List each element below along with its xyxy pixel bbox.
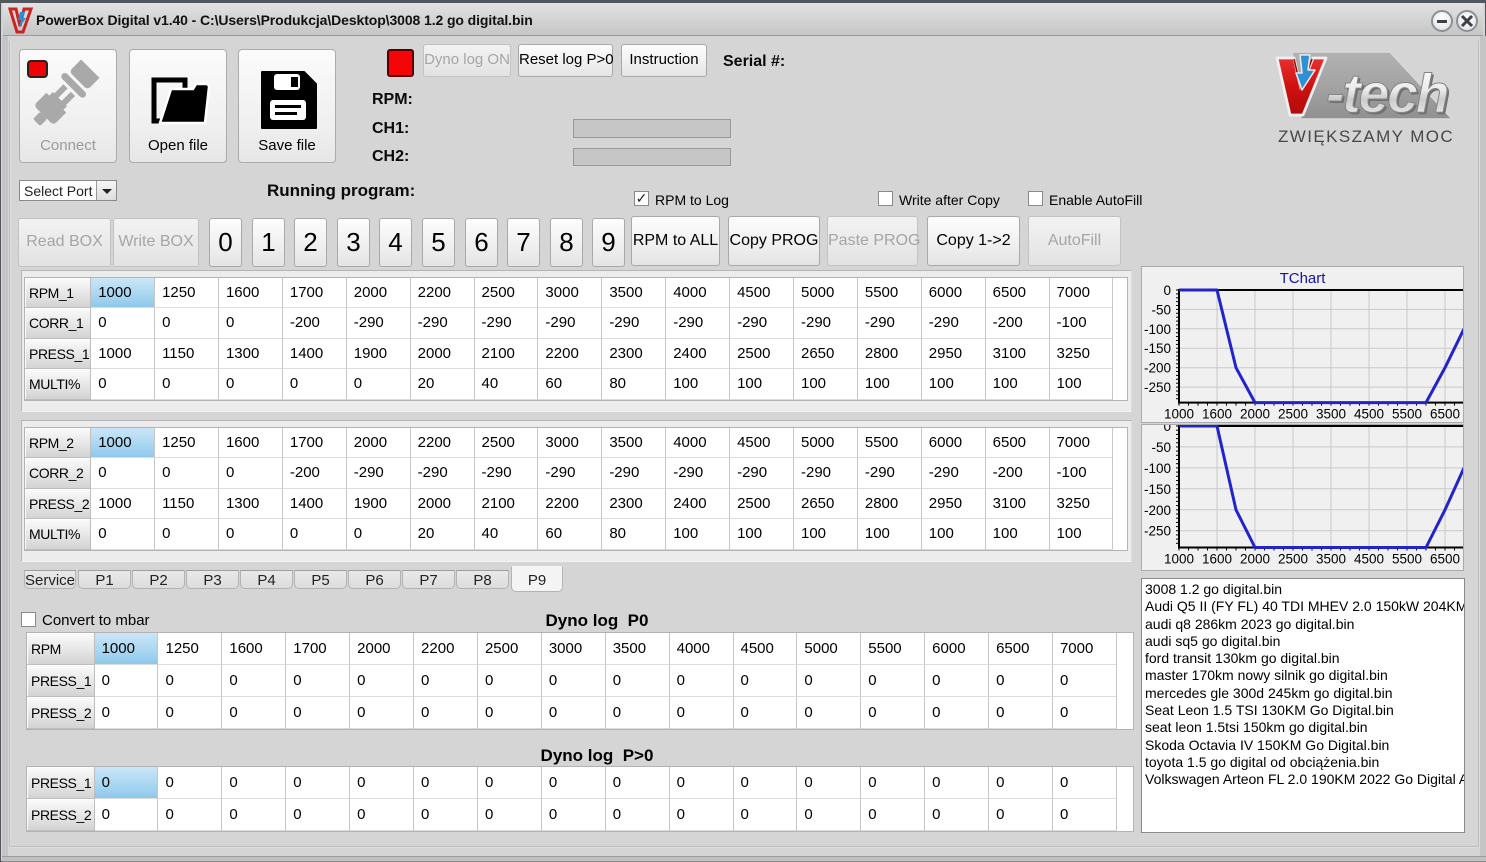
- svg-text:5500: 5500: [1392, 407, 1422, 422]
- svg-text:-tech: -tech: [1326, 62, 1448, 124]
- svg-text:ZWIĘKSZAMY MOC: ZWIĘKSZAMY MOC: [1278, 127, 1454, 146]
- svg-text:5500: 5500: [1392, 552, 1422, 567]
- svg-text:-200: -200: [1144, 503, 1171, 518]
- svg-text:2000: 2000: [1240, 552, 1270, 567]
- svg-text:-100: -100: [1144, 461, 1171, 476]
- svg-text:-50: -50: [1151, 302, 1171, 317]
- svg-text:-200: -200: [1144, 361, 1171, 376]
- svg-text:TChart: TChart: [1280, 270, 1327, 287]
- svg-text:4500: 4500: [1354, 407, 1384, 422]
- svg-text:6500: 6500: [1430, 407, 1460, 422]
- svg-text:1600: 1600: [1202, 407, 1232, 422]
- svg-text:1000: 1000: [1164, 407, 1194, 422]
- svg-text:-100: -100: [1144, 322, 1171, 337]
- svg-text:3500: 3500: [1316, 552, 1346, 567]
- svg-text:4500: 4500: [1354, 552, 1384, 567]
- svg-text:-150: -150: [1144, 341, 1171, 356]
- svg-text:2000: 2000: [1240, 407, 1270, 422]
- svg-text:3500: 3500: [1316, 407, 1346, 422]
- svg-text:0: 0: [1163, 283, 1171, 298]
- svg-text:-250: -250: [1144, 524, 1171, 539]
- svg-text:-250: -250: [1144, 380, 1171, 395]
- svg-text:-150: -150: [1144, 482, 1171, 497]
- svg-text:0: 0: [1163, 425, 1171, 434]
- svg-text:-50: -50: [1151, 440, 1171, 455]
- svg-text:1600: 1600: [1202, 552, 1232, 567]
- svg-text:1000: 1000: [1164, 552, 1194, 567]
- svg-text:2500: 2500: [1278, 552, 1308, 567]
- svg-text:2500: 2500: [1278, 407, 1308, 422]
- svg-text:6500: 6500: [1430, 552, 1460, 567]
